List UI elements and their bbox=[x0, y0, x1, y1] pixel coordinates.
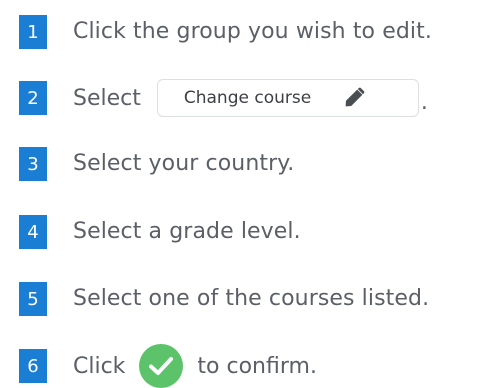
change-course-button[interactable]: Change course bbox=[156, 79, 419, 117]
pencil-icon bbox=[343, 87, 365, 109]
step-text: Click bbox=[73, 353, 126, 379]
step-5: 5 Select one of the courses listed. bbox=[0, 279, 486, 319]
step-text: Select one of the courses listed. bbox=[73, 286, 430, 311]
confirm-button[interactable] bbox=[139, 344, 184, 388]
step-text-suffix: to confirm. bbox=[197, 353, 317, 379]
step-1: 1 Click the group you wish to edit. bbox=[0, 12, 486, 52]
step-3: 3 Select your country. bbox=[0, 144, 486, 184]
step-text: Select a grade level. bbox=[73, 219, 301, 244]
step-2: 2 Select Change course . bbox=[0, 78, 486, 118]
step-4: 4 Select a grade level. bbox=[0, 212, 486, 252]
step-number-badge: 3 bbox=[19, 147, 47, 181]
step-number-badge: 1 bbox=[19, 15, 47, 49]
step-text-row: Click to confirm. bbox=[73, 344, 317, 388]
step-text: Click the group you wish to edit. bbox=[73, 19, 432, 44]
step-text: Select your country. bbox=[73, 151, 295, 176]
step-number-badge: 6 bbox=[19, 349, 47, 383]
step-number-badge: 4 bbox=[19, 215, 47, 249]
step-number-badge: 5 bbox=[19, 282, 47, 316]
step-text: Select bbox=[73, 85, 141, 111]
checkmark-icon bbox=[149, 357, 174, 375]
change-course-label: Change course bbox=[183, 88, 312, 108]
step-number-badge: 2 bbox=[19, 81, 47, 115]
step-text-suffix: . bbox=[420, 89, 428, 115]
step-6: 6 Click to confirm. bbox=[0, 344, 486, 388]
step-text-row: Select Change course . bbox=[73, 78, 428, 118]
